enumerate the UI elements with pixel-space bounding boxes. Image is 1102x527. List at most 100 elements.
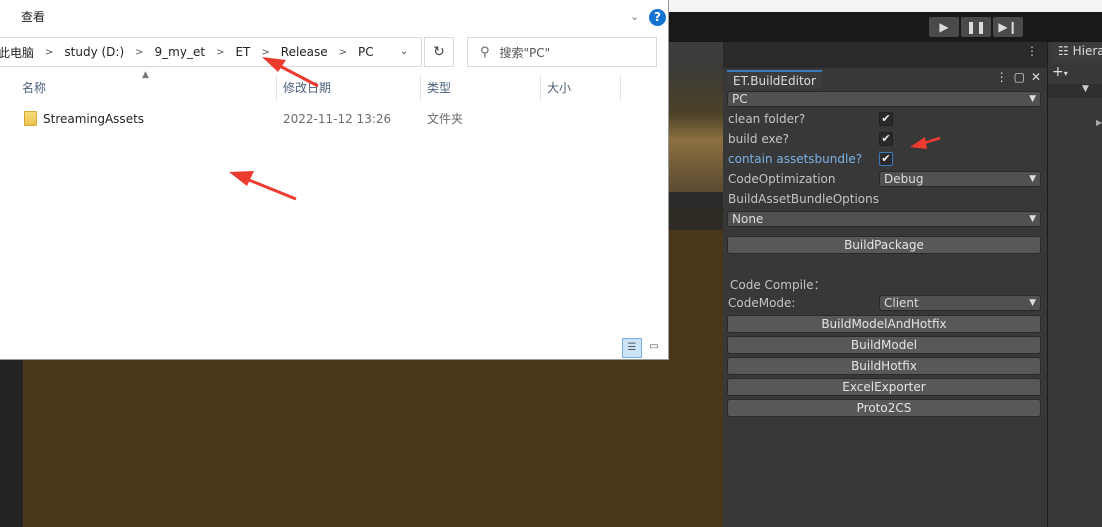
clean-folder-checkbox[interactable]: ✔ xyxy=(879,112,893,126)
platform-dropdown[interactable]: PC ▼ xyxy=(727,91,1041,107)
hierarchy-scene-row[interactable]: ▼ xyxy=(1048,84,1102,98)
kebab-menu-icon[interactable]: ⋮ xyxy=(996,70,1008,84)
breadcrumb-item[interactable]: 此电脑 xyxy=(0,44,34,61)
pause-icon: ❚❚ xyxy=(965,20,987,34)
refresh-button[interactable]: ↻ xyxy=(424,37,454,67)
folder-icon xyxy=(24,111,37,126)
file-name: StreamingAssets xyxy=(43,112,145,126)
collapsed-arrow-icon[interactable]: ▶ xyxy=(1096,118,1102,127)
code-mode-label: CodeMode: xyxy=(728,296,796,310)
menu-view[interactable]: 查看 xyxy=(21,8,45,25)
build-exe-checkbox[interactable]: ✔ xyxy=(879,132,893,146)
address-history-icon[interactable]: ⌄ xyxy=(400,38,408,66)
hierarchy-add-button[interactable]: +▾ xyxy=(1052,64,1068,80)
step-button[interactable]: ▶❙ xyxy=(993,17,1023,37)
search-box[interactable]: ⚲ 搜索"PC" xyxy=(467,37,657,67)
build-model-and-hotfix-button[interactable]: BuildModelAndHotfix xyxy=(727,315,1041,333)
check-icon: ✔ xyxy=(881,132,891,145)
build-editor-tab[interactable]: ET.BuildEditor xyxy=(727,70,822,89)
scene-divider xyxy=(669,192,723,208)
chevron-down-icon: ▾ xyxy=(1063,69,1068,78)
file-type: 文件夹 xyxy=(427,112,464,126)
sort-ascending-icon: ▲ xyxy=(142,70,149,80)
build-editor-tab-title: ET.BuildEditor xyxy=(733,74,816,88)
dropdown-arrow-icon: ▼ xyxy=(1029,94,1036,104)
dropdown-arrow-icon: ▼ xyxy=(1029,214,1036,224)
pause-button[interactable]: ❚❚ xyxy=(961,17,991,37)
unity-toolbar xyxy=(668,12,1102,42)
build-model-button[interactable]: BuildModel xyxy=(727,336,1041,354)
scene-horizon xyxy=(669,62,723,192)
breadcrumb-separator-icon[interactable]: > xyxy=(339,47,347,58)
code-mode-dropdown[interactable]: Client ▼ xyxy=(879,295,1041,311)
column-divider[interactable] xyxy=(420,76,421,100)
hierarchy-panel: ☷ Hierarchy +▾ ▼ ▶ xyxy=(1047,42,1102,527)
maximize-icon[interactable]: ▢ xyxy=(1014,70,1025,84)
help-icon[interactable]: ? xyxy=(649,9,666,26)
dropdown-arrow-icon: ▼ xyxy=(1029,298,1036,308)
breadcrumb-item[interactable]: Release xyxy=(281,45,328,59)
search-icon: ⚲ xyxy=(480,44,490,60)
column-divider[interactable] xyxy=(540,76,541,100)
play-button[interactable]: ▶ xyxy=(929,17,959,37)
column-divider[interactable] xyxy=(276,76,277,100)
thumbnail-view-icon: ▭ xyxy=(649,341,659,352)
address-bar[interactable]: 此电脑 > study (D:) > 9_my_et > ET > Release > P… xyxy=(0,37,422,67)
left-edge-panel xyxy=(0,360,23,527)
excel-exporter-button[interactable]: ExcelExporter xyxy=(727,378,1041,396)
column-size[interactable]: 大小 xyxy=(547,74,571,102)
column-modified[interactable]: 修改日期 xyxy=(283,74,331,102)
breadcrumb-separator-icon[interactable]: > xyxy=(135,47,143,58)
build-package-button[interactable]: BuildPackage xyxy=(727,236,1041,254)
close-icon[interactable]: ✕ xyxy=(1031,70,1041,84)
screenshot-root: ▶ ❚❚ ▶❙ ⋮ ☷ Hierarchy +▾ ▼ ▶ ET.BuildEdi… xyxy=(0,0,1102,527)
code-optimization-value: Debug xyxy=(884,172,924,186)
large-icons-view-button[interactable]: ▭ xyxy=(646,338,662,358)
hierarchy-icon: ☷ xyxy=(1058,44,1069,58)
code-mode-value: Client xyxy=(884,296,919,310)
scene-tab-strip xyxy=(669,42,723,62)
refresh-icon: ↻ xyxy=(433,44,445,60)
plus-icon: + xyxy=(1052,64,1064,80)
breadcrumb: 此电脑 > study (D:) > 9_my_et > ET > Release > P… xyxy=(0,44,374,61)
breadcrumb-item[interactable]: PC xyxy=(358,45,374,59)
breadcrumb-separator-icon[interactable]: > xyxy=(216,47,224,58)
platform-value: PC xyxy=(732,92,748,106)
ribbon-expand-icon[interactable]: ⌄ xyxy=(630,10,639,23)
panel-window-controls: ⋮ ▢ ✕ xyxy=(996,70,1041,84)
clean-folder-label: clean folder? xyxy=(728,112,806,126)
check-icon: ✔ xyxy=(881,152,891,165)
search-placeholder: 搜索"PC" xyxy=(499,45,551,60)
dropdown-arrow-icon: ▼ xyxy=(1029,174,1036,184)
expand-arrow-icon: ▼ xyxy=(1082,84,1089,94)
file-modified: 2022-11-12 13:26 xyxy=(283,112,392,126)
column-type[interactable]: 类型 xyxy=(427,74,451,102)
contain-assetsbundle-label: contain assetsbundle? xyxy=(728,152,863,166)
hierarchy-tab-label: Hierarchy xyxy=(1072,44,1102,58)
breadcrumb-separator-icon[interactable]: > xyxy=(45,47,53,58)
build-editor-panel: ET.BuildEditor ⋮ ▢ ✕ PC ▼ clean folder? … xyxy=(723,68,1047,527)
proto2cs-button[interactable]: Proto2CS xyxy=(727,399,1041,417)
bundle-options-dropdown[interactable]: None ▼ xyxy=(727,211,1041,227)
panel-menu-icon[interactable]: ⋮ xyxy=(1026,44,1038,58)
details-view-button[interactable]: ☰ xyxy=(622,338,642,358)
view-mode-buttons: ☰ ▭ xyxy=(622,338,662,358)
breadcrumb-item[interactable]: ET xyxy=(235,45,250,59)
details-view-icon: ☰ xyxy=(627,342,637,353)
bundle-options-value: None xyxy=(732,212,764,226)
help-label: ? xyxy=(654,10,661,24)
column-name[interactable]: 名称 xyxy=(22,74,46,102)
breadcrumb-item[interactable]: study (D:) xyxy=(64,45,124,59)
explorer-window: 查看 ⌄ ? 此电脑 > study (D:) > 9_my_et > ET > Rel… xyxy=(0,0,669,360)
hierarchy-tab[interactable]: ☷ Hierarchy xyxy=(1052,42,1102,62)
contain-assetsbundle-checkbox[interactable]: ✔ xyxy=(879,152,893,166)
code-compile-label: Code Compile： xyxy=(730,278,826,292)
breadcrumb-item[interactable]: 9_my_et xyxy=(155,45,206,59)
code-optimization-dropdown[interactable]: Debug ▼ xyxy=(879,171,1041,187)
build-hotfix-button[interactable]: BuildHotfix xyxy=(727,357,1041,375)
breadcrumb-separator-icon[interactable]: > xyxy=(261,47,269,58)
play-controls: ▶ ❚❚ ▶❙ xyxy=(929,17,1023,37)
panel-tab-strip: ⋮ xyxy=(723,42,1047,68)
column-divider[interactable] xyxy=(620,76,621,100)
check-icon: ✔ xyxy=(881,112,891,125)
